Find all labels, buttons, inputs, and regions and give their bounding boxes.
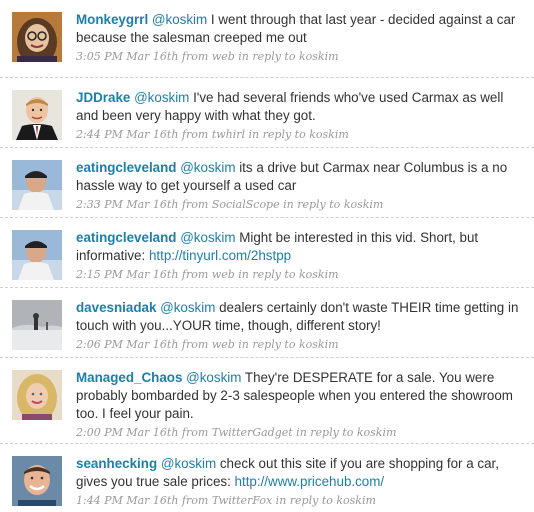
from-label: from [178,50,212,63]
tweet-feed: Monkeygrrl @koskim I went through that l… [0,0,534,510]
reply-to-link[interactable]: koskim [299,50,339,63]
tweet-content: seanhecking @koskim check out this site … [76,455,528,509]
tweet-username[interactable]: Managed_Chaos [76,370,182,385]
tweet-timestamp[interactable]: 3:05 PM Mar 16th [76,50,178,63]
tweet-content: Monkeygrrl @koskim I went through that l… [76,11,528,65]
tweet: seanhecking @koskim check out this site … [0,444,534,510]
reply-label: in reply to [234,338,299,351]
tweet-source[interactable]: web [212,338,235,351]
tweet: Monkeygrrl @koskim I went through that l… [0,0,534,78]
reply-to-link[interactable]: koskim [357,426,397,439]
tweet-mention[interactable]: @koskim [180,230,235,245]
tweet-username[interactable]: eatingcleveland [76,230,176,245]
reply-label: in reply to [245,128,310,141]
from-label: from [178,494,212,507]
from-label: from [178,198,212,211]
tweet-meta: 2:06 PM Mar 16th from web in reply to ko… [76,337,528,353]
tweet-meta: 2:44 PM Mar 16th from twhirl in reply to… [76,127,528,143]
tweet-timestamp[interactable]: 2:06 PM Mar 16th [76,338,178,351]
man-cap-avatar[interactable] [12,230,62,280]
reply-label: in reply to [292,426,357,439]
tweet-content: davesniadak @koskim dealers certainly do… [76,299,528,353]
reply-to-link[interactable]: koskim [299,268,339,281]
tweet-content: eatingcleveland @koskim Might be interes… [76,229,528,283]
from-label: from [178,426,212,439]
tweet: JDDrake @koskim I've had several friends… [0,78,534,148]
tweet: Managed_Chaos @koskim They're DESPERATE … [0,358,534,444]
tweet-url[interactable]: http://tinyurl.com/2hstpp [149,248,291,263]
tweet-source[interactable]: twhirl [212,128,245,141]
tweet-source[interactable]: web [212,268,235,281]
tweet-meta: 3:05 PM Mar 16th from web in reply to ko… [76,49,528,65]
reply-label: in reply to [272,494,337,507]
tweet-source[interactable]: SocialScope [212,198,280,211]
tweet-mention[interactable]: @koskim [161,456,216,471]
woman-glasses-avatar[interactable] [12,12,62,62]
tweet-mention[interactable]: @koskim [134,90,189,105]
reply-to-link[interactable]: koskim [309,128,349,141]
from-label: from [178,338,212,351]
tweet-username[interactable]: JDDrake [76,90,130,105]
tweet: davesniadak @koskim dealers certainly do… [0,288,534,358]
tweet-content: Managed_Chaos @koskim They're DESPERATE … [76,369,528,441]
reply-label: in reply to [234,268,299,281]
tweet-meta: 1:44 PM Mar 16th from TwitterFox in repl… [76,493,528,509]
tweet-timestamp[interactable]: 2:15 PM Mar 16th [76,268,178,281]
tweet-url[interactable]: http://www.pricehub.com/ [235,474,385,489]
from-label: from [178,128,212,141]
tweet-username[interactable]: seanhecking [76,456,157,471]
reply-label: in reply to [279,198,344,211]
tweet-source[interactable]: TwitterGadget [212,426,293,439]
tweet-mention[interactable]: @koskim [160,300,215,315]
tweet-mention[interactable]: @koskim [180,160,235,175]
tweet: eatingcleveland @koskim its a drive but … [0,148,534,218]
from-label: from [178,268,212,281]
tweet-meta: 2:33 PM Mar 16th from SocialScope in rep… [76,197,528,213]
blonde-woman-avatar[interactable] [12,370,62,420]
reply-to-link[interactable]: koskim [336,494,376,507]
man-suit-avatar[interactable] [12,90,62,140]
tweet-username[interactable]: Monkeygrrl [76,12,148,27]
tweet-timestamp[interactable]: 1:44 PM Mar 16th [76,494,178,507]
tweet-timestamp[interactable]: 2:00 PM Mar 16th [76,426,178,439]
reply-label: in reply to [234,50,299,63]
tweet-source[interactable]: TwitterFox [212,494,272,507]
tweet-meta: 2:15 PM Mar 16th from web in reply to ko… [76,267,528,283]
reply-to-link[interactable]: koskim [344,198,384,211]
tweet-timestamp[interactable]: 2:33 PM Mar 16th [76,198,178,211]
tweet-username[interactable]: eatingcleveland [76,160,176,175]
tweet-mention[interactable]: @koskim [152,12,207,27]
smiling-man-avatar[interactable] [12,456,62,506]
tweet-source[interactable]: web [212,50,235,63]
tweet-content: JDDrake @koskim I've had several friends… [76,89,528,143]
tweet-timestamp[interactable]: 2:44 PM Mar 16th [76,128,178,141]
tweet-content: eatingcleveland @koskim its a drive but … [76,159,528,213]
reply-to-link[interactable]: koskim [299,338,339,351]
snowy-landscape-avatar[interactable] [12,300,62,350]
tweet-mention[interactable]: @koskim [186,370,241,385]
man-cap-avatar[interactable] [12,160,62,210]
tweet: eatingcleveland @koskim Might be interes… [0,218,534,288]
tweet-meta: 2:00 PM Mar 16th from TwitterGadget in r… [76,425,528,441]
tweet-username[interactable]: davesniadak [76,300,156,315]
